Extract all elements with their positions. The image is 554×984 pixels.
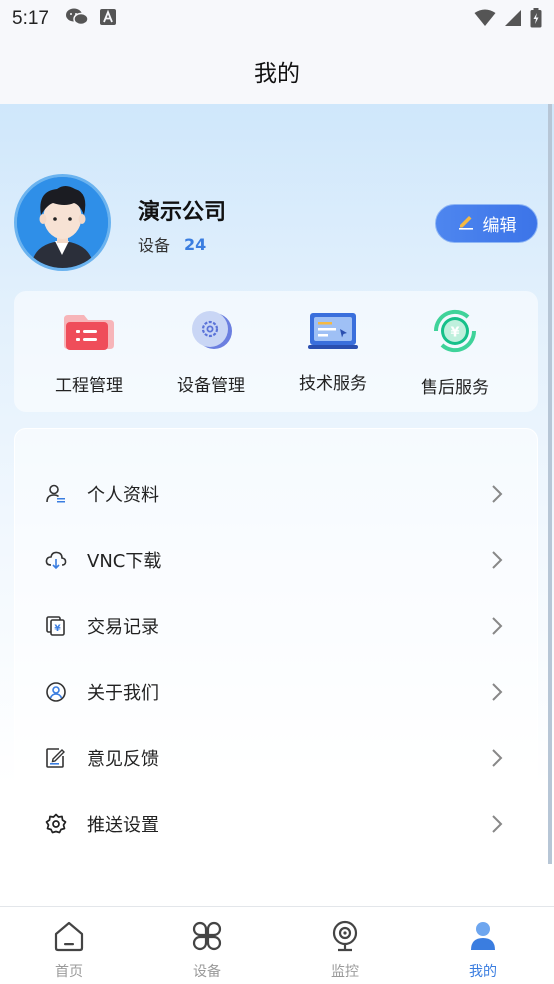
signal-icon: [504, 9, 522, 31]
pencil-icon: [457, 212, 475, 235]
status-time: 5:17: [12, 8, 49, 29]
person-icon: [466, 919, 500, 953]
avatar[interactable]: [14, 174, 111, 271]
chevron-right-icon: [491, 682, 503, 702]
device-summary: 设备 24: [138, 232, 206, 256]
tab-label: 监控: [331, 964, 359, 980]
chevron-right-icon: [491, 814, 503, 834]
chevron-right-icon: [491, 484, 503, 504]
menu-item-vnc-download[interactable]: VNC下载: [15, 535, 539, 585]
chevron-right-icon: [491, 550, 503, 570]
svg-text:¥: ¥: [450, 326, 459, 341]
tab-label: 我的: [469, 964, 497, 980]
svg-text:¥: ¥: [54, 624, 61, 634]
camera-icon: [328, 919, 362, 953]
user-profile-icon: [45, 483, 67, 505]
status-bar: 5:17: [0, 0, 554, 38]
wechat-icon: [65, 7, 89, 31]
home-icon: [52, 919, 86, 953]
after-sales-yuan-icon: ¥: [428, 309, 482, 353]
settings-menu: 个人资料 VNC下载 ¥ 交易记录 关于我们 意见反馈 推送设置: [14, 428, 538, 858]
devices-grid-icon: [190, 919, 224, 953]
profile-card: 演示公司 设备 24 编辑: [14, 174, 538, 272]
company-name: 演示公司: [138, 200, 227, 225]
menu-label: 个人资料: [87, 485, 159, 506]
project-folder-icon: [62, 309, 116, 353]
quick-device-management[interactable]: 设备管理: [146, 291, 276, 412]
transaction-record-icon: ¥: [45, 615, 67, 637]
menu-item-push-settings[interactable]: 推送设置: [15, 799, 539, 849]
quick-actions: 工程管理 设备管理 技术服务 ¥ 售后服务: [14, 291, 538, 412]
page-title: 我的: [254, 61, 300, 87]
chevron-right-icon: [491, 616, 503, 636]
menu-item-transactions[interactable]: ¥ 交易记录: [15, 601, 539, 651]
wifi-icon: [474, 9, 496, 31]
about-user-circle-icon: [45, 681, 67, 703]
feedback-edit-icon: [45, 747, 67, 769]
edit-button[interactable]: 编辑: [435, 204, 538, 243]
quick-label: 工程管理: [55, 376, 123, 396]
page-header: 我的: [0, 38, 554, 104]
menu-label: VNC下载: [87, 551, 162, 572]
device-count: 24: [184, 234, 207, 254]
tab-monitor[interactable]: 监控: [276, 907, 414, 984]
tech-service-icon: [306, 309, 360, 353]
tab-label: 首页: [55, 964, 83, 980]
quick-tech-service[interactable]: 技术服务: [268, 291, 398, 412]
chevron-right-icon: [491, 748, 503, 768]
menu-item-feedback[interactable]: 意见反馈: [15, 733, 539, 783]
device-gear-icon: [184, 309, 238, 353]
quick-label: 技术服务: [299, 374, 367, 394]
device-label: 设备: [138, 236, 171, 255]
menu-item-profile[interactable]: 个人资料: [15, 469, 539, 519]
battery-icon: [530, 8, 542, 32]
tab-mine[interactable]: 我的: [414, 907, 552, 984]
bottom-tab-bar: 首页 设备 监控 我的: [0, 906, 554, 984]
menu-item-about-us[interactable]: 关于我们: [15, 667, 539, 717]
quick-label: 设备管理: [177, 376, 245, 396]
quick-project-management[interactable]: 工程管理: [24, 291, 154, 412]
menu-label: 关于我们: [87, 683, 159, 704]
settings-gear-icon: [45, 813, 67, 835]
menu-label: 交易记录: [87, 617, 159, 638]
a-icon: [99, 8, 117, 30]
menu-label: 推送设置: [87, 815, 159, 836]
quick-after-sales[interactable]: ¥ 售后服务: [390, 291, 520, 412]
tab-home[interactable]: 首页: [0, 907, 138, 984]
quick-label: 售后服务: [421, 378, 489, 398]
tab-label: 设备: [193, 964, 221, 980]
edit-button-label: 编辑: [482, 216, 517, 236]
menu-label: 意见反馈: [87, 749, 159, 770]
scroll-edge: [548, 104, 552, 864]
tab-devices[interactable]: 设备: [138, 907, 276, 984]
cloud-download-icon: [45, 549, 67, 571]
